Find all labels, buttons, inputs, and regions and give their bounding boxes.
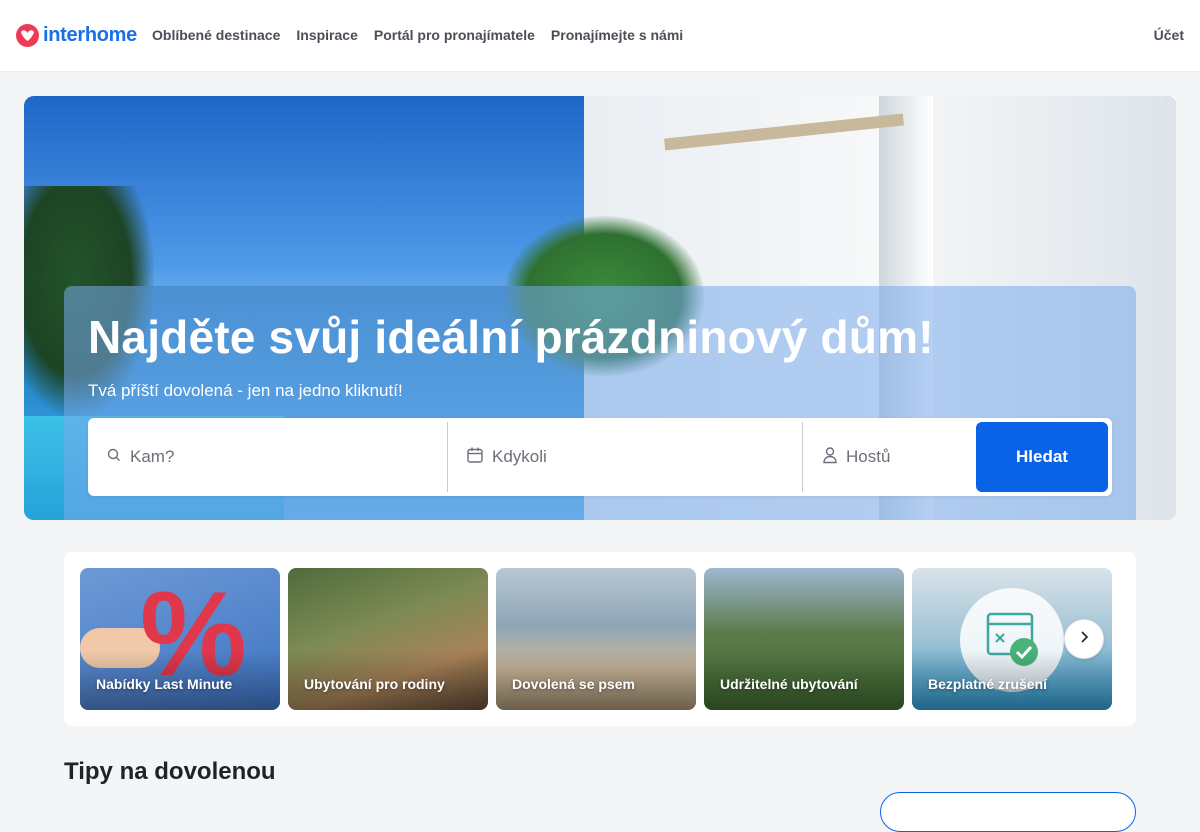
search-button[interactable]: Hledat <box>976 422 1108 492</box>
date-field[interactable]: Kdykoli <box>466 422 796 492</box>
hero-subtitle: Tvá příští dovolená - jen na jedno klikn… <box>88 381 403 400</box>
date-placeholder: Kdykoli <box>492 447 547 466</box>
nav-rent-with-us[interactable]: Pronajímejte s námi <box>551 27 683 43</box>
category-card-last-minute[interactable]: % Nabídky Last Minute <box>80 568 280 710</box>
category-label: Ubytování pro rodiny <box>304 676 445 692</box>
logo-text: interhome <box>43 24 137 46</box>
hero-title: Najděte svůj ideální prázdninový dům! <box>88 311 934 363</box>
category-card-sustainable[interactable]: Udržitelné ubytování <box>704 568 904 710</box>
search-divider <box>447 422 448 492</box>
search-divider <box>802 422 803 492</box>
destination-field[interactable]: Kam? <box>106 422 446 492</box>
category-carousel: % Nabídky Last Minute Ubytování pro rodi… <box>64 552 1136 726</box>
category-card-dogs[interactable]: Dovolená se psem <box>496 568 696 710</box>
category-label: Dovolená se psem <box>512 676 635 692</box>
calendar-icon <box>466 446 484 469</box>
account-link[interactable]: Účet <box>1154 27 1184 43</box>
person-icon <box>822 446 838 469</box>
nav-owner-portal[interactable]: Portál pro pronajímatele <box>374 27 535 43</box>
tips-action-button[interactable] <box>880 792 1136 832</box>
category-label: Nabídky Last Minute <box>96 676 233 692</box>
carousel-next-button[interactable] <box>1064 619 1104 659</box>
search-bar: Kam? Kdykoli Hostů Hledat <box>88 418 1112 496</box>
main-nav: Oblíbené destinace Inspirace Portál pro … <box>152 27 683 43</box>
category-label: Udržitelné ubytování <box>720 676 858 692</box>
nav-favorite-destinations[interactable]: Oblíbené destinace <box>152 27 280 43</box>
interhome-logo[interactable]: interhome <box>16 24 137 47</box>
chevron-right-icon <box>1077 630 1091 649</box>
tips-section-title: Tipy na dovolenou <box>64 758 276 785</box>
bird-logo-icon <box>16 24 39 47</box>
nav-inspiration[interactable]: Inspirace <box>296 27 357 43</box>
top-header: interhome Oblíbené destinace Inspirace P… <box>0 0 1200 72</box>
guests-field[interactable]: Hostů <box>822 422 972 492</box>
guests-placeholder: Hostů <box>846 447 891 466</box>
destination-placeholder: Kam? <box>130 447 175 466</box>
category-label: Bezplatné zrušení <box>928 676 1048 692</box>
search-icon <box>106 447 122 468</box>
category-card-families[interactable]: Ubytování pro rodiny <box>288 568 488 710</box>
